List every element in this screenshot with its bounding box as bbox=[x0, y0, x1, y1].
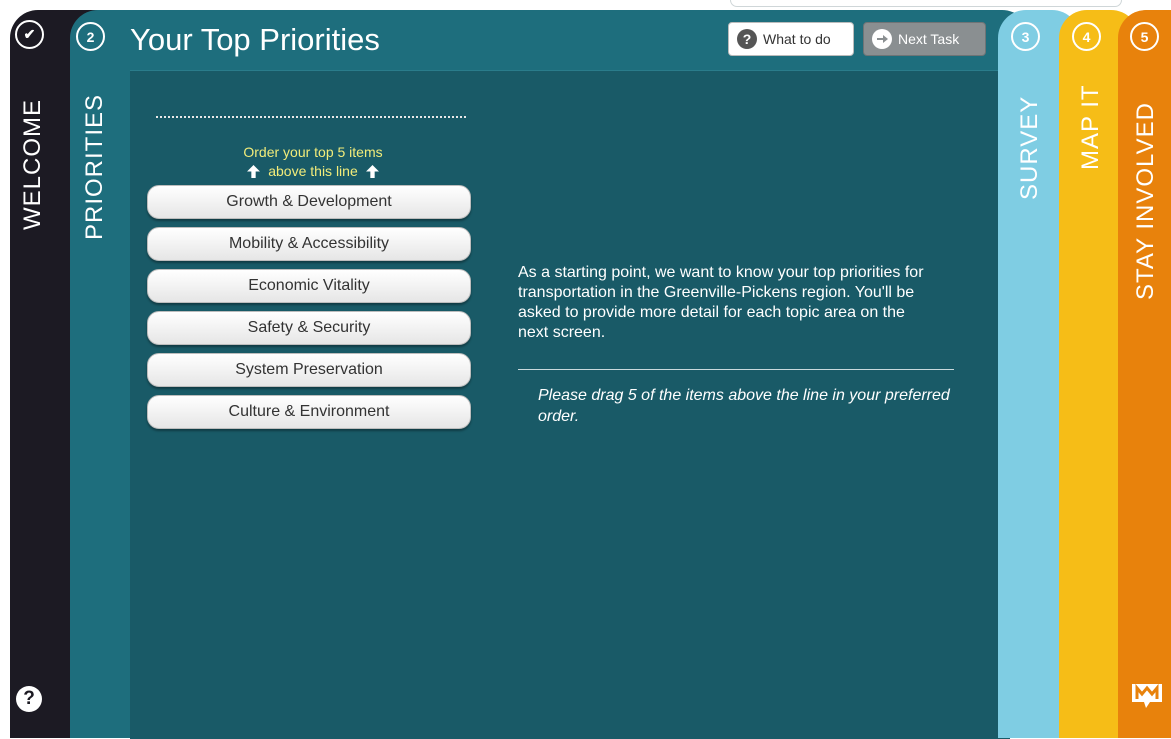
step-stay-involved-tab[interactable]: 5 STAY INVOLVED bbox=[1118, 10, 1171, 738]
description-divider bbox=[518, 369, 954, 370]
step-survey-number: 3 bbox=[1011, 22, 1040, 51]
ranking-instruction-line1: Order your top 5 items bbox=[243, 144, 383, 160]
ranking-instruction-line2-row: above this line bbox=[148, 162, 478, 181]
drag-instruction: Please drag 5 of the items above the lin… bbox=[538, 387, 950, 425]
step-priorities-number: 2 bbox=[76, 22, 105, 51]
priority-item-system-preservation[interactable]: System Preservation bbox=[147, 353, 471, 387]
question-icon: ? bbox=[737, 29, 757, 49]
top-five-dividing-line bbox=[156, 116, 466, 118]
step-stay-involved-number: 5 bbox=[1130, 22, 1159, 51]
priorities-content-area: Order your top 5 items above this line G… bbox=[130, 70, 1010, 739]
intro-description: As a starting point, we want to know you… bbox=[518, 264, 924, 341]
what-to-do-label: What to do bbox=[763, 31, 831, 47]
priority-item-culture-environment[interactable]: Culture & Environment bbox=[147, 395, 471, 429]
priority-item-safety-security[interactable]: Safety & Security bbox=[147, 311, 471, 345]
arrow-up-icon bbox=[365, 165, 379, 178]
step-priorities-label: PRIORITIES bbox=[81, 93, 108, 240]
step-map-it-label: MAP IT bbox=[1077, 84, 1104, 170]
priority-item-growth-development[interactable]: Growth & Development bbox=[147, 185, 471, 219]
ranking-instruction-line2: above this line bbox=[268, 163, 358, 179]
top-frame-edge bbox=[730, 0, 1122, 7]
priority-item-mobility-accessibility[interactable]: Mobility & Accessibility bbox=[147, 227, 471, 261]
priority-list: Growth & Development Mobility & Accessib… bbox=[147, 185, 471, 437]
next-task-button[interactable]: Next Task bbox=[863, 22, 986, 56]
step-map-it-number: 4 bbox=[1072, 22, 1101, 51]
help-icon[interactable]: ? bbox=[16, 686, 42, 712]
next-task-label: Next Task bbox=[898, 31, 960, 47]
arrow-up-icon bbox=[247, 165, 261, 178]
step-survey-label: SURVEY bbox=[1016, 95, 1043, 200]
what-to-do-button[interactable]: ? What to do bbox=[728, 22, 854, 56]
metroquest-logo-icon bbox=[1130, 680, 1164, 710]
step-priorities-panel: 2 PRIORITIES Your Top Priorities ? What … bbox=[70, 10, 1030, 739]
priority-item-economic-vitality[interactable]: Economic Vitality bbox=[147, 269, 471, 303]
step-welcome-label: WELCOME bbox=[19, 98, 46, 230]
step-complete-check-icon: ✔ bbox=[15, 20, 44, 49]
step-stay-involved-label: STAY INVOLVED bbox=[1132, 102, 1159, 300]
arrow-right-circle-icon bbox=[872, 29, 892, 49]
ranking-instruction: Order your top 5 items above this line bbox=[148, 143, 478, 181]
page-title: Your Top Priorities bbox=[130, 22, 380, 57]
